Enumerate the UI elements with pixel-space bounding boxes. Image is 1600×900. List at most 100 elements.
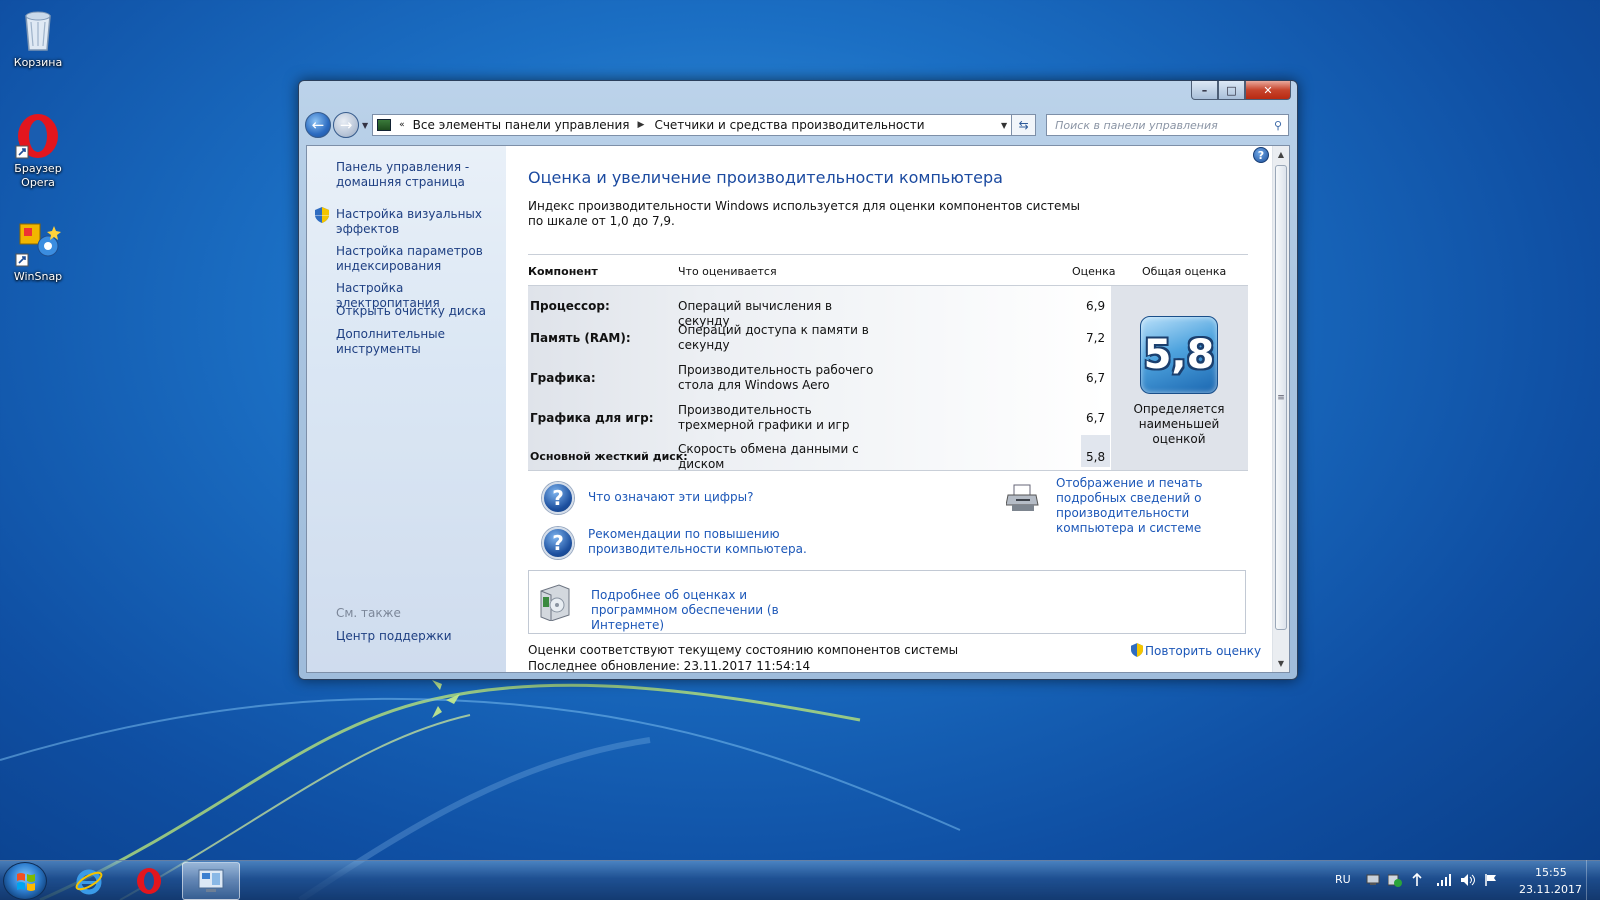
scroll-down-button[interactable]: ▼: [1273, 655, 1289, 672]
action-center-flag-icon[interactable]: [1366, 873, 1380, 887]
column-header-component: Компонент: [528, 265, 598, 278]
status-text: Оценки соответствуют текущему состоянию …: [528, 643, 959, 657]
navigation-bar: ← → ▼ « Все элементы панели управления ▶…: [305, 112, 1289, 138]
component-score: 6,9: [1086, 299, 1106, 313]
maximize-button[interactable]: □: [1218, 81, 1245, 100]
component-rated: Производительность трехмерной графики и …: [678, 403, 850, 432]
vertical-scrollbar[interactable]: ▲ ≡ ▼: [1272, 146, 1289, 672]
address-bar[interactable]: « Все элементы панели управления ▶ Счетч…: [372, 114, 1013, 136]
software-box-icon: [537, 583, 571, 624]
close-button[interactable]: ✕: [1245, 81, 1291, 100]
show-desktop-button[interactable]: [1586, 860, 1600, 900]
component-rated: Операций доступа к памяти в секунду: [678, 323, 869, 352]
forward-arrow-icon: →: [339, 116, 353, 134]
back-arrow-icon: ←: [311, 116, 325, 134]
sidebar-link-disk-cleanup[interactable]: Открыть очистку диска: [336, 304, 501, 319]
search-input[interactable]: Поиск в панели управления ⚲: [1046, 114, 1289, 136]
printer-icon: [1005, 483, 1040, 516]
sidebar-link-visual-effects[interactable]: Настройка визуальных эффектов: [315, 207, 501, 237]
component-score: 7,2: [1086, 331, 1106, 345]
clock-date[interactable]: 23.11.2017: [1519, 883, 1582, 896]
sidebar-link-label: Настройка визуальных эффектов: [336, 207, 483, 236]
component-name: Память (RAM):: [530, 331, 631, 345]
breadcrumb-chevron-icon[interactable]: «: [399, 120, 405, 130]
link-performance-tips[interactable]: Рекомендации по повышению производительн…: [588, 527, 808, 557]
minimize-button[interactable]: –: [1191, 81, 1218, 100]
online-info-box: Подробнее об оценках и программном обесп…: [528, 570, 1246, 634]
sidebar-link-advanced-tools[interactable]: Дополнительные инструменты: [336, 327, 501, 357]
help-question-icon: ?: [542, 482, 574, 514]
sidebar-link-control-panel-home[interactable]: Панель управления - домашняя страница: [336, 160, 501, 190]
uac-shield-icon: [1131, 643, 1143, 661]
component-name: Основной жесткий диск:: [530, 450, 688, 463]
component-score: 6,7: [1086, 371, 1106, 385]
help-button[interactable]: ?: [1253, 147, 1269, 163]
component-score: 5,8: [1086, 450, 1106, 464]
internet-explorer-icon: [75, 869, 103, 895]
desktop-icon-label: WinSnap: [13, 270, 63, 283]
component-name: Графика:: [530, 371, 596, 385]
link-print-details[interactable]: Отображение и печать подробных сведений …: [1056, 476, 1256, 536]
rerun-label: Повторить оценку: [1145, 644, 1262, 658]
taskbar-internet-explorer[interactable]: [60, 862, 118, 900]
refresh-icon: ⇆: [1018, 118, 1029, 132]
language-indicator[interactable]: RU: [1335, 873, 1351, 886]
last-update-text: Последнее обновление: 23.11.2017 11:54:1…: [528, 659, 811, 672]
component-rated: Скорость обмена данными с диском: [678, 442, 859, 471]
winsnap-icon: [14, 220, 62, 268]
column-header-rated: Что оценивается: [678, 265, 777, 278]
performance-window: – □ ✕ ← → ▼ « Все элементы панели управл…: [298, 80, 1298, 680]
network-signal-icon[interactable]: [1436, 873, 1451, 887]
page-title: Оценка и увеличение производительности к…: [528, 168, 1003, 187]
forward-button[interactable]: →: [333, 112, 359, 138]
component-rated: Производительность рабочего стола для Wi…: [678, 363, 874, 392]
component-name: Графика для игр:: [530, 411, 654, 425]
taskbar-opera[interactable]: [120, 862, 178, 900]
table-bottom-divider: [528, 470, 1248, 471]
search-placeholder: Поиск в панели управления: [1055, 118, 1218, 132]
clock-time[interactable]: 15:55: [1535, 866, 1567, 879]
component-score: 6,7: [1086, 411, 1106, 425]
search-icon[interactable]: ⚲: [1274, 119, 1288, 132]
desktop-icon-winsnap[interactable]: WinSnap: [0, 220, 76, 283]
base-score-badge: 5,8: [1140, 316, 1218, 394]
uac-shield-icon: [315, 207, 329, 227]
breadcrumb-item-all-control-panel[interactable]: Все элементы панели управления: [413, 118, 630, 132]
windows-logo-icon: [17, 873, 35, 891]
usb-device-icon[interactable]: [1410, 872, 1424, 887]
base-score-caption: Определяется наименьшей оценкой: [1133, 402, 1225, 446]
sidebar: Панель управления - домашняя страница На…: [307, 146, 506, 672]
control-panel-icon: [377, 119, 392, 131]
sidebar-link-action-center[interactable]: Центр поддержки: [336, 629, 501, 644]
sidebar-link-indexing[interactable]: Настройка параметров индексирования: [336, 244, 501, 274]
column-header-score: Оценка: [1072, 265, 1116, 278]
breadcrumb-separator-icon[interactable]: ▶: [638, 120, 645, 130]
rerun-assessment-link[interactable]: Повторить оценку: [1131, 643, 1261, 661]
component-name: Процессор:: [530, 299, 610, 313]
opera-icon: [137, 868, 161, 894]
desktop-icon-opera[interactable]: Браузер Opera: [0, 112, 76, 190]
control-panel-icon: [198, 869, 224, 892]
taskbar-control-panel[interactable]: [182, 862, 240, 900]
security-shield-icon[interactable]: [1387, 873, 1402, 887]
scroll-thumb[interactable]: ≡: [1275, 165, 1287, 630]
page-description: Индекс производительности Windows исполь…: [528, 199, 1080, 228]
main-panel: Оценка и увеличение производительности к…: [506, 146, 1272, 672]
desktop-icon-label: Браузер Opera: [14, 162, 62, 189]
recycle-bin-icon: [14, 6, 62, 54]
recent-pages-dropdown-icon[interactable]: ▼: [362, 121, 368, 130]
back-button[interactable]: ←: [305, 112, 331, 138]
see-also-heading: См. также: [336, 606, 401, 620]
volume-icon[interactable]: [1460, 873, 1475, 887]
link-what-numbers-mean[interactable]: Что означают эти цифры?: [588, 490, 754, 505]
scroll-up-button[interactable]: ▲: [1273, 146, 1289, 163]
refresh-button[interactable]: ⇆: [1012, 114, 1037, 136]
link-online-info[interactable]: Подробнее об оценках и программном обесп…: [591, 588, 831, 633]
desktop-icon-recycle-bin[interactable]: Корзина: [0, 6, 76, 69]
opera-icon: [14, 112, 62, 160]
table-top-divider: [528, 254, 1248, 255]
breadcrumb-item-performance[interactable]: Счетчики и средства производительности: [654, 118, 924, 132]
start-button[interactable]: [3, 862, 47, 900]
action-center-flag-icon[interactable]: [1484, 873, 1498, 887]
address-dropdown-icon[interactable]: ▼: [997, 121, 1011, 130]
